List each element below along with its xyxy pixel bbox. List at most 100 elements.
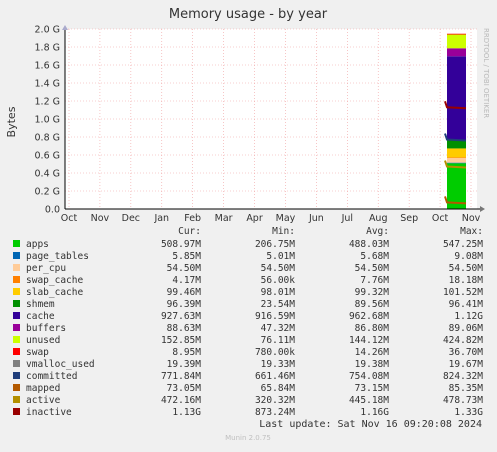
legend-cur-cache: 927.63M (161, 311, 201, 322)
legend-swatch-cache (13, 312, 20, 319)
y-tick-label: 1.4 G (35, 79, 61, 90)
y-axis-arrow-icon (62, 25, 68, 30)
x-tick-label: Apr (246, 213, 263, 224)
legend-avg-mapped: 73.15M (355, 383, 390, 394)
legend-swatch-apps (13, 240, 20, 247)
legend-avg-committed: 754.08M (349, 371, 389, 382)
legend-name-vmalloc_used: vmalloc_used (26, 359, 95, 370)
legend-avg-slab_cache: 99.32M (355, 287, 390, 298)
legend-max-vmalloc_used: 19.67M (449, 359, 484, 370)
x-tick-label: Feb (184, 213, 201, 224)
legend-min-mapped: 65.84M (261, 383, 296, 394)
legend-max-committed: 824.32M (443, 371, 483, 382)
area-swap (447, 33, 466, 35)
legend-max-cache: 1.12G (454, 311, 483, 322)
legend-swatch-unused (13, 336, 20, 343)
legend-name-active: active (26, 395, 61, 406)
legend-max-active: 478.73M (443, 395, 483, 406)
legend-min-active: 320.32M (255, 395, 295, 406)
y-tick-label: 0.4 G (35, 169, 61, 180)
legend-min-inactive: 873.24M (255, 407, 295, 418)
legend-cur-vmalloc_used: 19.39M (167, 359, 202, 370)
legend-cur-committed: 771.84M (161, 371, 201, 382)
chart-title: Memory usage - by year (169, 7, 328, 22)
legend-name-shmem: shmem (26, 299, 55, 310)
x-tick-label: Nov (91, 213, 110, 224)
plot-area (65, 29, 477, 209)
legend-cur-active: 472.16M (161, 395, 201, 406)
area-buffers (447, 48, 466, 57)
legend-header-min: Min: (272, 226, 295, 237)
memory-chart: Memory usage - by year Bytes RRDTOOL / T… (5, 7, 490, 442)
legend-name-page_tables: page_tables (26, 251, 89, 262)
x-tick-label: Nov (462, 213, 481, 224)
munin-graph: Memory usage - by year Bytes RRDTOOL / T… (0, 0, 497, 448)
x-tick-label: Jul (341, 213, 353, 224)
legend-cur-inactive: 1.13G (172, 407, 201, 418)
legend-cur-apps: 508.97M (161, 239, 201, 250)
legend-name-swap_cache: swap_cache (26, 275, 83, 286)
legend-name-committed: committed (26, 371, 77, 382)
x-tick-label: Oct (61, 213, 78, 224)
y-tick-label: 2.0 G (35, 25, 61, 36)
legend-avg-apps: 488.03M (349, 239, 389, 250)
legend-avg-active: 445.18M (349, 395, 389, 406)
legend-avg-inactive: 1.16G (360, 407, 389, 418)
legend-max-page_tables: 9.08M (454, 251, 483, 262)
legend-avg-swap: 14.26M (355, 347, 390, 358)
legend-header-avg: Avg: (366, 226, 389, 237)
legend-min-swap_cache: 56.00k (261, 275, 296, 286)
x-tick-label: Dec (122, 213, 140, 224)
legend-name-apps: apps (26, 239, 49, 250)
legend-swatch-page_tables (13, 252, 20, 259)
area-cache (447, 56, 466, 140)
munin-version: Munin 2.0.75 (225, 434, 271, 442)
legend-min-cache: 916.59M (255, 311, 295, 322)
legend-cur-page_tables: 5.85M (172, 251, 201, 262)
x-tick-label: May (276, 213, 296, 224)
legend-swatch-active (13, 396, 20, 403)
legend-name-cache: cache (26, 311, 55, 322)
x-axis-ticks: Oct Nov Dec Jan Feb Mar Apr May Jun Jul Aug Sep Oct N… (61, 213, 481, 224)
legend-swatch-slab_cache (13, 288, 20, 295)
legend-cur-mapped: 73.05M (167, 383, 202, 394)
legend-cur-shmem: 96.39M (167, 299, 202, 310)
area-page_tables (447, 162, 466, 164)
legend-min-slab_cache: 98.01M (261, 287, 296, 298)
legend-name-unused: unused (26, 335, 60, 346)
legend-cur-swap_cache: 4.17M (172, 275, 201, 286)
legend-name-slab_cache: slab_cache (26, 287, 83, 298)
y-tick-label: 0.8 G (35, 133, 61, 144)
legend-avg-cache: 962.68M (349, 311, 389, 322)
legend-cur-per_cpu: 54.50M (167, 263, 202, 274)
stacked-areas (447, 33, 466, 209)
y-tick-label: 1.6 G (35, 61, 61, 72)
legend-avg-vmalloc_used: 19.38M (355, 359, 390, 370)
y-tick-label: 0.6 G (35, 151, 61, 162)
legend-max-buffers: 89.06M (449, 323, 484, 334)
legend-max-mapped: 85.35M (449, 383, 484, 394)
x-tick-label: Jun (308, 213, 324, 224)
legend-max-unused: 424.82M (443, 335, 483, 346)
last-update: Last update: Sat Nov 16 09:20:08 2024 (259, 419, 482, 430)
legend-avg-buffers: 86.80M (355, 323, 390, 334)
legend-min-swap: 780.00k (255, 347, 295, 358)
legend-max-swap: 36.70M (449, 347, 484, 358)
legend: Cur: Min: Avg: Max: apps 508.97M 206.75M 488.03… (13, 226, 483, 418)
x-tick-label: Aug (369, 213, 388, 224)
y-tick-label: 0.0 (45, 205, 60, 216)
legend-swatch-buffers (13, 324, 20, 331)
legend-max-apps: 547.25M (443, 239, 483, 250)
legend-max-slab_cache: 101.52M (443, 287, 483, 298)
legend-swatch-swap (13, 348, 20, 355)
y-axis-ticks: 0.0 0.2 G 0.4 G 0.6 G 0.8 G 1.0 G 1.2 G 1.4 G 1.… (35, 25, 61, 216)
legend-swatch-mapped (13, 384, 20, 391)
legend-name-buffers: buffers (26, 323, 66, 334)
area-per_cpu (447, 157, 466, 163)
legend-header-cur: Cur: (178, 226, 201, 237)
legend-header-max: Max: (460, 226, 483, 237)
legend-avg-swap_cache: 7.76M (360, 275, 389, 286)
legend-name-inactive: inactive (26, 407, 72, 418)
legend-cur-buffers: 88.63M (167, 323, 202, 334)
legend-avg-page_tables: 5.68M (360, 251, 389, 262)
